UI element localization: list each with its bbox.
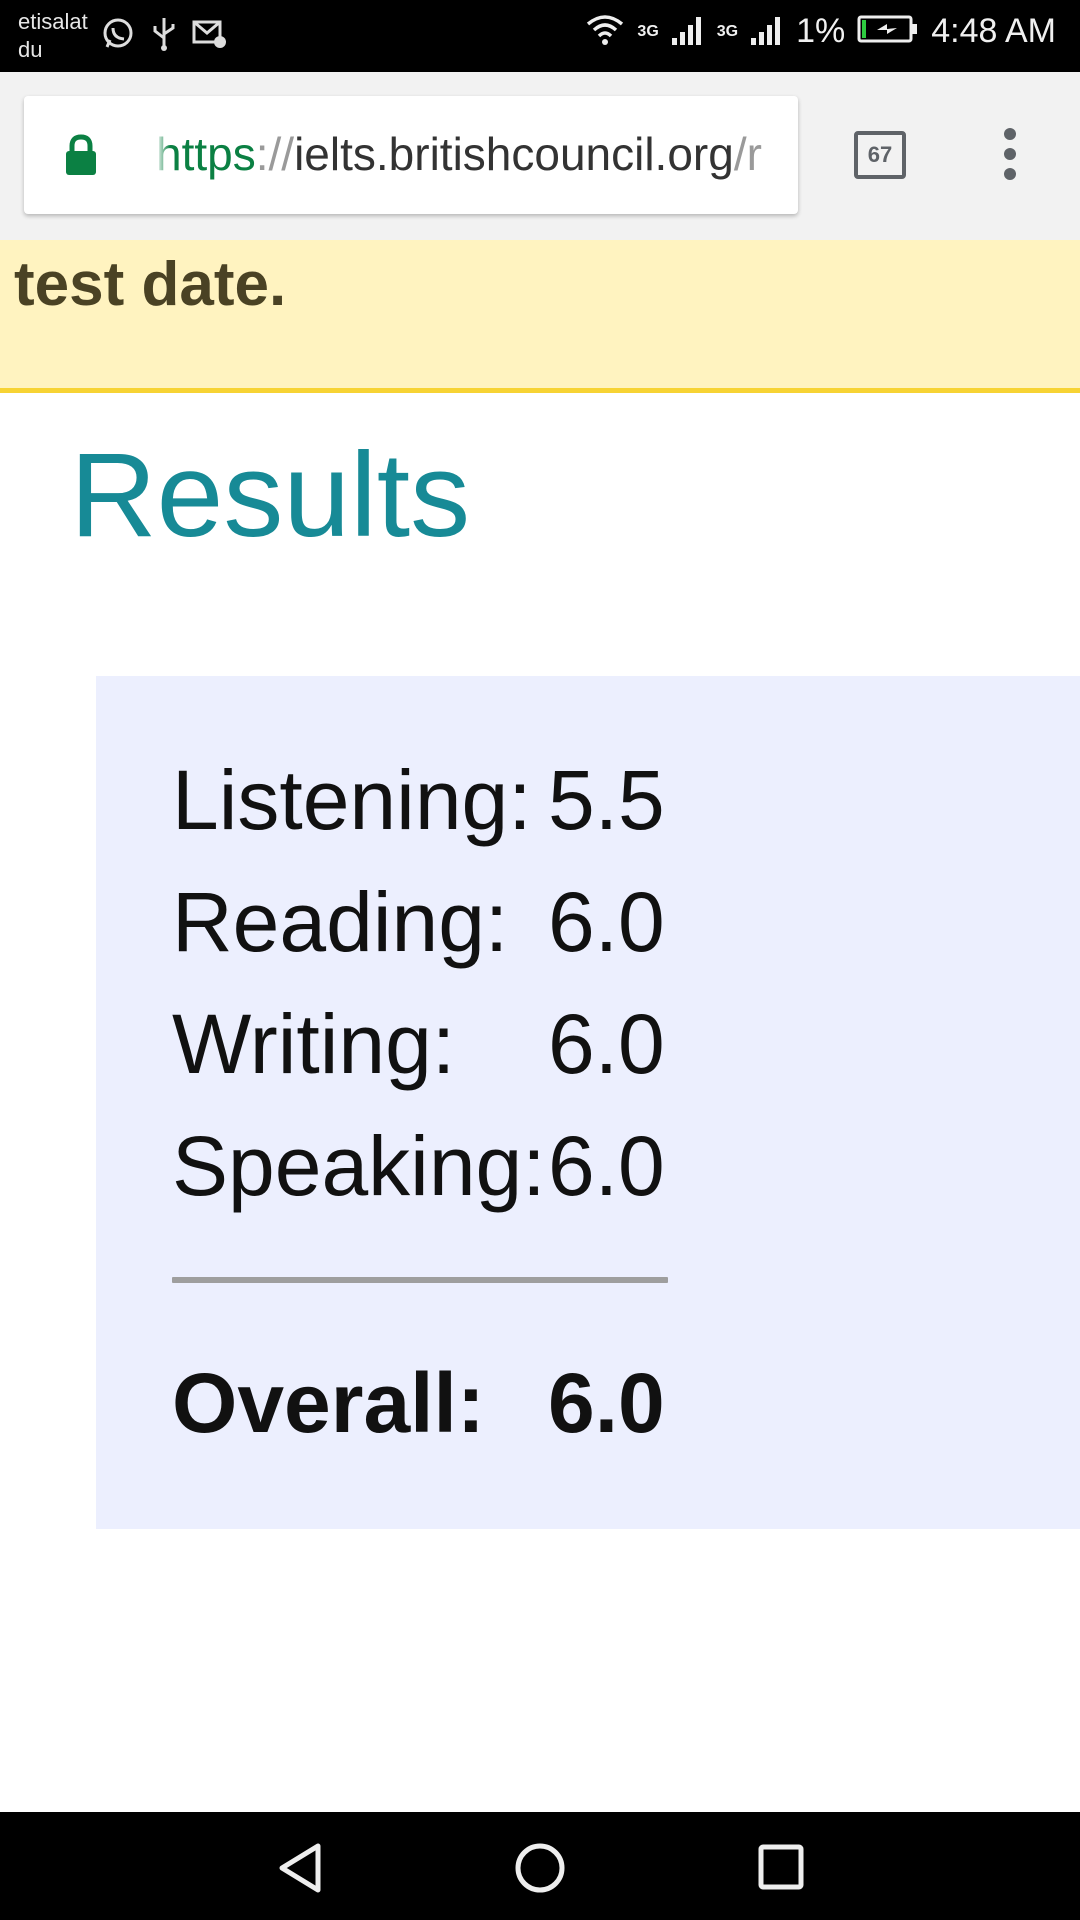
network-type-2: 3G <box>716 22 739 40</box>
tab-count: 67 <box>867 142 893 167</box>
notice-text: test date. <box>14 250 287 319</box>
score-value: 6.0 <box>548 1119 665 1213</box>
home-icon[interactable] <box>514 1842 566 1899</box>
system-nav-bar <box>0 1812 1080 1920</box>
usb-icon <box>150 16 178 57</box>
notice-banner: test date. <box>0 240 1080 393</box>
results-heading: Results <box>70 428 471 562</box>
network-type-1: 3G <box>637 22 659 40</box>
browser-toolbar: https://ielts.britishcouncil.org/r 67 <box>0 72 1080 241</box>
score-value: 5.5 <box>548 753 665 847</box>
carrier-label: etisalat du <box>18 8 88 64</box>
status-bar: etisalat du 3G 3G 1% 4:48 AM <box>0 0 1080 72</box>
signal-icon <box>671 12 705 51</box>
score-value: 6.0 <box>548 997 665 1091</box>
url-scheme: https <box>156 128 256 180</box>
whatsapp-icon <box>100 16 136 57</box>
back-icon[interactable] <box>276 1842 324 1899</box>
wifi-icon <box>585 12 625 51</box>
results-panel: Listening: 5.5 Reading: 6.0 Writing: 6.0… <box>96 676 1080 1529</box>
score-label: Speaking: <box>172 1119 546 1213</box>
address-bar[interactable]: https://ielts.britishcouncil.org/r <box>24 96 798 214</box>
recent-apps-icon[interactable] <box>758 1844 804 1895</box>
battery-charging-icon <box>857 14 919 49</box>
score-label: Writing: <box>172 997 456 1091</box>
system-icons: 3G 3G 1% 4:48 AM <box>585 12 1056 51</box>
score-label: Listening: <box>172 753 532 847</box>
signal-icon <box>750 12 784 51</box>
url-path: /r <box>733 128 762 180</box>
url-separator: :// <box>255 128 295 180</box>
score-label: Reading: <box>172 875 509 969</box>
overall-score: 6.0 <box>548 1356 665 1450</box>
url-host: ielts.britishcouncil.org <box>294 128 734 180</box>
carrier-line-2: du <box>18 37 43 62</box>
lock-icon <box>64 134 98 181</box>
clock: 4:48 AM <box>931 12 1056 50</box>
overall-label: Overall: <box>172 1356 485 1450</box>
divider <box>172 1277 668 1283</box>
score-value: 6.0 <box>548 875 665 969</box>
mail-settings-icon <box>192 18 228 55</box>
url-text[interactable]: https://ielts.britishcouncil.org/r <box>156 126 796 182</box>
battery-percent: 1% <box>796 12 846 50</box>
tab-switcher-button[interactable]: 67 <box>854 131 906 179</box>
notification-icons <box>100 16 228 57</box>
more-menu-icon[interactable] <box>996 128 1024 184</box>
carrier-line-1: etisalat <box>18 9 88 34</box>
